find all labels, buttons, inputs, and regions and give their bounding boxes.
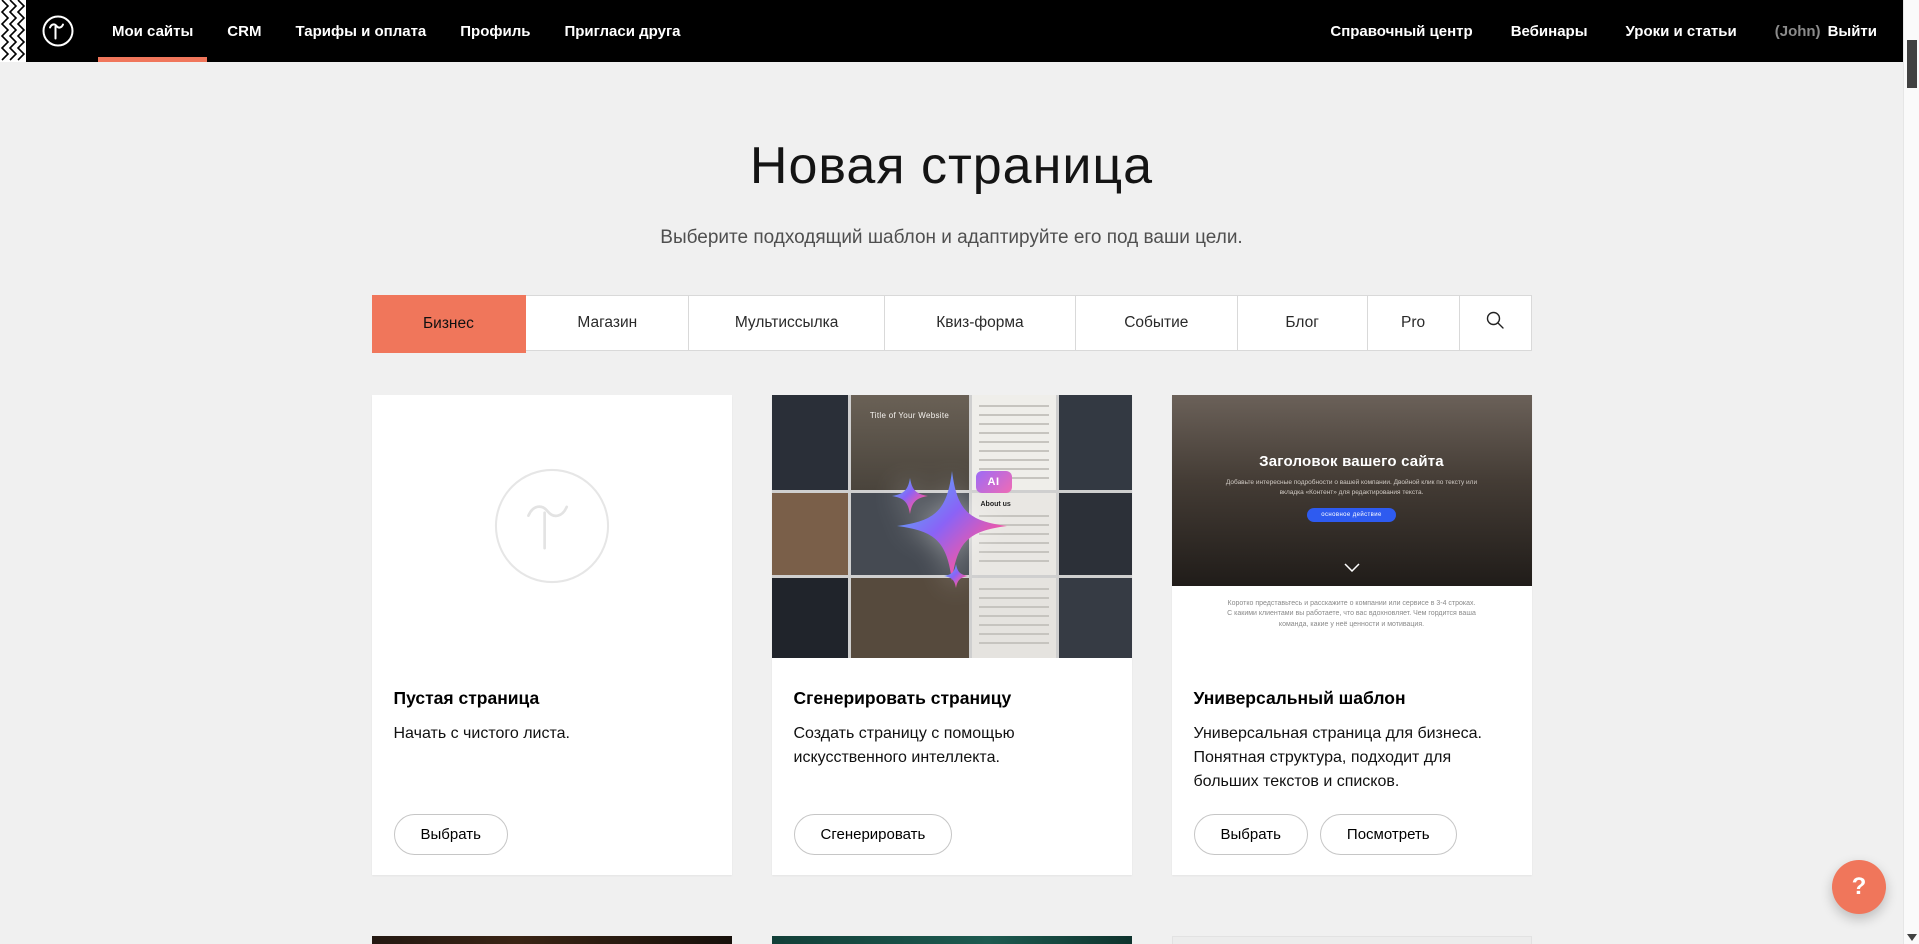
nav-item-crm[interactable]: CRM bbox=[227, 0, 261, 62]
template-card-ai-generate: Title of Your Website About us bbox=[772, 395, 1132, 875]
tab-business[interactable]: Бизнес bbox=[372, 295, 527, 353]
card-description: Создать страницу с помощью искусственног… bbox=[794, 722, 1110, 770]
card-title: Пустая страница bbox=[394, 688, 710, 709]
card-title: Универсальный шаблон bbox=[1194, 688, 1510, 709]
scrollbar-down-arrow-icon[interactable] bbox=[1907, 934, 1917, 941]
generate-page-button[interactable]: Сгенерировать bbox=[794, 814, 953, 855]
card-description: Начать с чистого листа. bbox=[394, 722, 710, 746]
template-body-text: Коротко представьтесь и расскажите о ком… bbox=[1226, 599, 1478, 632]
tab-pro[interactable]: Pro bbox=[1368, 296, 1460, 350]
tab-store[interactable]: Магазин bbox=[526, 296, 689, 350]
page-title: Новая страница bbox=[372, 137, 1532, 197]
ai-badge: AI bbox=[976, 471, 1012, 493]
chevron-down-icon bbox=[1344, 559, 1360, 577]
template-card-partial[interactable] bbox=[372, 936, 732, 944]
choose-blank-button[interactable]: Выбрать bbox=[394, 814, 508, 855]
template-hero-cta-button: основное действие bbox=[1307, 508, 1395, 522]
blank-preview bbox=[372, 395, 732, 658]
user-name: (John) bbox=[1775, 23, 1821, 40]
tilda-logo-icon[interactable] bbox=[38, 11, 78, 51]
nav-item-my-sites[interactable]: Мои сайты bbox=[112, 0, 193, 62]
zigzag-decoration-icon bbox=[0, 0, 26, 62]
tab-blog[interactable]: Блог bbox=[1238, 296, 1368, 350]
template-hero-title: Заголовок вашего сайта bbox=[1172, 453, 1532, 470]
template-text-section: Коротко представьтесь и расскажите о ком… bbox=[1172, 599, 1532, 658]
category-tabs: Бизнес Магазин Мультиссылка Квиз-форма С… bbox=[372, 295, 1532, 351]
preview-universal-button[interactable]: Посмотреть bbox=[1320, 814, 1457, 855]
nav-item-invite-friend[interactable]: Пригласи друга bbox=[564, 0, 680, 62]
top-navigation-bar: Мои сайты CRM Тарифы и оплата Профиль Пр… bbox=[0, 0, 1903, 62]
nav-item-billing[interactable]: Тарифы и оплата bbox=[295, 0, 426, 62]
search-icon bbox=[1485, 310, 1505, 335]
card-title: Сгенерировать страницу bbox=[794, 688, 1110, 709]
template-hero-subtext: Добавьте интересные подробности о вашей … bbox=[1217, 478, 1487, 498]
nav-item-lessons[interactable]: Уроки и статьи bbox=[1626, 23, 1737, 40]
nav-item-webinars[interactable]: Вебинары bbox=[1511, 23, 1588, 40]
nav-item-help-center[interactable]: Справочный центр bbox=[1330, 23, 1472, 40]
card-description: Универсальная страница для бизнеса. Поня… bbox=[1194, 722, 1510, 794]
tab-quiz-form[interactable]: Квиз-форма bbox=[885, 296, 1076, 350]
template-card-blank: Пустая страница Начать с чистого листа. … bbox=[372, 395, 732, 875]
collage-site-title: Title of Your Website bbox=[851, 411, 969, 420]
ai-sparkle-icon bbox=[772, 395, 1132, 658]
secondary-nav: Справочный центр Вебинары Уроки и статьи… bbox=[1330, 23, 1877, 40]
primary-nav: Мои сайты CRM Тарифы и оплата Профиль Пр… bbox=[112, 0, 681, 62]
scrollbar-thumb[interactable] bbox=[1907, 40, 1917, 88]
page-subtitle: Выберите подходящий шаблон и адаптируйте… bbox=[372, 227, 1532, 250]
universal-preview: Заголовок вашего сайта Добавьте интересн… bbox=[1172, 395, 1532, 658]
template-card-partial[interactable] bbox=[1172, 936, 1532, 944]
tilda-watermark-icon bbox=[493, 467, 611, 585]
search-templates-button[interactable] bbox=[1460, 296, 1531, 350]
template-card-universal: Заголовок вашего сайта Добавьте интересн… bbox=[1172, 395, 1532, 875]
template-grid-next-row bbox=[372, 936, 1532, 944]
collage-about-label: About us bbox=[981, 501, 1011, 508]
app-root: Мои сайты CRM Тарифы и оплата Профиль Пр… bbox=[0, 0, 1919, 944]
vertical-scrollbar[interactable] bbox=[1903, 0, 1919, 944]
tab-multilink[interactable]: Мультиссылка bbox=[689, 296, 885, 350]
nav-item-profile[interactable]: Профиль bbox=[460, 0, 530, 62]
ai-preview: Title of Your Website About us bbox=[772, 395, 1132, 658]
template-hero-section: Заголовок вашего сайта Добавьте интересн… bbox=[1172, 395, 1532, 586]
logout-link[interactable]: Выйти bbox=[1828, 23, 1877, 40]
new-page-dialog: Новая страница Выберите подходящий шабло… bbox=[0, 62, 1903, 944]
template-card-partial[interactable] bbox=[772, 936, 1132, 944]
user-menu: (John) Выйти bbox=[1775, 23, 1877, 40]
choose-universal-button[interactable]: Выбрать bbox=[1194, 814, 1308, 855]
template-grid: Пустая страница Начать с чистого листа. … bbox=[372, 395, 1532, 875]
help-button[interactable]: ? bbox=[1832, 860, 1886, 914]
tab-event[interactable]: Событие bbox=[1076, 296, 1238, 350]
